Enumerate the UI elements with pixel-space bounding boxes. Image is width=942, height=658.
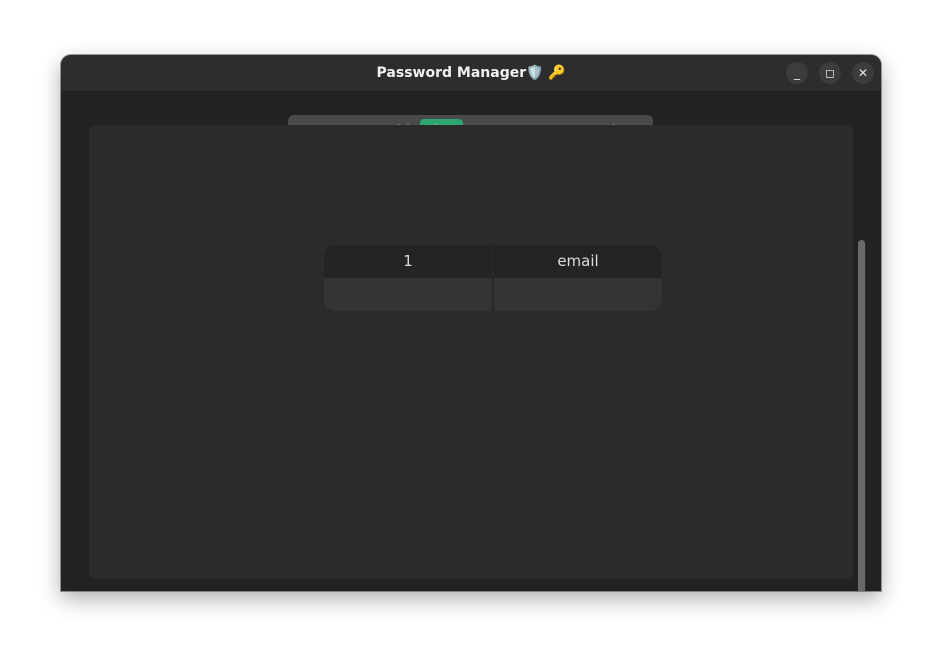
close-button[interactable]: ✕ <box>852 62 874 84</box>
table-header-cell: email <box>494 245 662 278</box>
close-icon: ✕ <box>857 66 869 80</box>
minimize-icon: _ <box>794 66 800 80</box>
view-panel: 1 email <box>89 125 866 591</box>
maximize-icon: ◻ <box>825 66 835 80</box>
table-header-cell: 1 <box>324 245 492 278</box>
window-title: Password Manager🛡️ 🔑 <box>61 55 881 91</box>
title-emoji-icons: 🛡️ 🔑 <box>526 65 566 81</box>
scrollbar[interactable] <box>858 240 866 591</box>
column-divider <box>492 245 494 311</box>
window-title-text: Password Manager <box>376 65 527 81</box>
app-window: Password Manager🛡️ 🔑 _ ◻ ✕ Generate Add … <box>61 55 881 591</box>
table-cell <box>494 279 662 311</box>
entries-table: 1 email <box>324 245 662 311</box>
maximize-button[interactable]: ◻ <box>819 62 841 84</box>
title-bar[interactable]: Password Manager🛡️ 🔑 _ ◻ ✕ <box>61 55 881 91</box>
scrollbar-thumb[interactable] <box>858 240 865 591</box>
minimize-button[interactable]: _ <box>786 62 808 84</box>
table-cell <box>324 279 492 311</box>
